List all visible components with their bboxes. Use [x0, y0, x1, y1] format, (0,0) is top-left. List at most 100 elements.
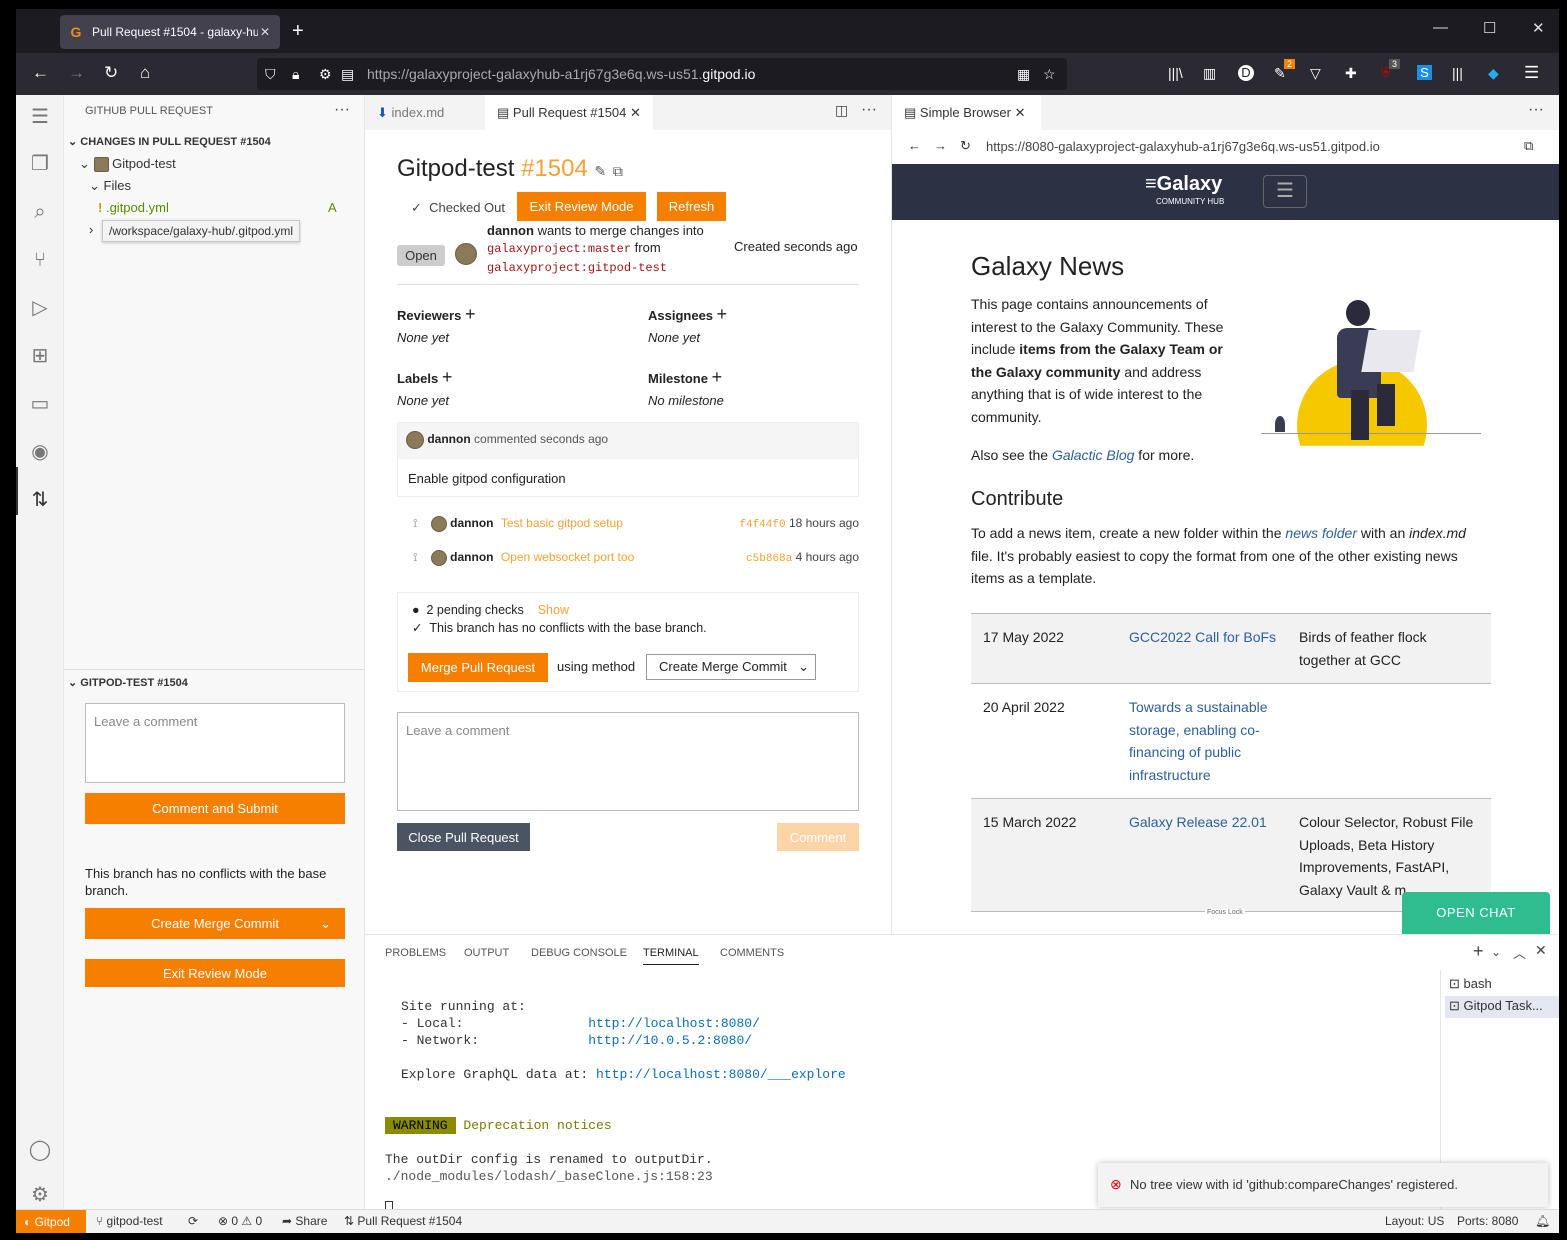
create-merge-commit-button[interactable]: Create Merge Commit ⌄	[85, 908, 345, 939]
library-icon[interactable]: |||\	[1168, 63, 1183, 83]
simple-browser-url[interactable]: https://8080-galaxyproject-galaxyhub-a1r…	[986, 139, 1380, 154]
notifications-bell-icon[interactable]: 🔔︎	[1535, 1214, 1550, 1228]
add-reviewer-icon[interactable]: +	[465, 304, 476, 324]
new-terminal-icon[interactable]: +	[1473, 941, 1484, 962]
tab-comments[interactable]: COMMENTS	[720, 947, 784, 959]
search-icon[interactable]: ⌕	[28, 200, 52, 224]
menu-icon[interactable]: ☰	[1524, 63, 1539, 83]
refresh-button[interactable]: Refresh	[657, 192, 726, 221]
s-extension-icon[interactable]: S	[1417, 65, 1432, 80]
copy-icon[interactable]: ⧉	[613, 163, 623, 179]
maximize-panel-icon[interactable]: ︿	[1513, 943, 1526, 962]
terminal-bash[interactable]: ⊡ bash	[1449, 976, 1492, 992]
add-assignee-icon[interactable]: +	[717, 304, 728, 324]
qr-icon[interactable]: ▦	[1017, 66, 1030, 83]
review-section-header[interactable]: ⌄ GITPOD-TEST #1504	[68, 676, 188, 689]
merge-pull-request-button[interactable]: Merge Pull Request	[408, 653, 548, 682]
close-panel-icon[interactable]: ✕	[1535, 942, 1547, 959]
tab-problems[interactable]: PROBLEMS	[385, 947, 446, 959]
comment-input[interactable]: Leave a comment	[397, 712, 859, 811]
files-tree-item[interactable]: ⌄ Files	[89, 178, 131, 194]
back-icon[interactable]: ←	[32, 63, 49, 83]
add-milestone-icon[interactable]: +	[712, 367, 723, 387]
sidebar-comment-input[interactable]: Leave a comment	[85, 703, 345, 783]
terminal-gitpod-task[interactable]: ⊡ Gitpod Task...	[1445, 996, 1559, 1018]
run-debug-icon[interactable]: ▷	[28, 296, 52, 320]
layout-status[interactable]: Layout: US	[1385, 1214, 1444, 1228]
reload-icon[interactable]: ↻	[960, 138, 971, 154]
editor-more-icon[interactable]: ···	[861, 101, 877, 119]
news-link[interactable]: GCC2022 Call for BoFs	[1129, 626, 1276, 649]
edit-icon[interactable]: ✎	[594, 163, 606, 179]
chevron-down-icon[interactable]: ⌄	[1491, 945, 1501, 959]
galaxy-logo[interactable]: ≡Galaxy	[1145, 173, 1222, 196]
close-window-icon[interactable]: ✕	[1532, 19, 1545, 37]
tab-terminal[interactable]: TERMINAL	[643, 947, 699, 965]
tab-debug-console[interactable]: DEBUG CONSOLE	[531, 947, 627, 959]
repo-tree-item[interactable]: ⌄ Gitpod-test	[79, 156, 176, 173]
galactic-blog-link[interactable]: Galactic Blog	[1052, 447, 1134, 463]
apps-icon[interactable]: ✚	[1345, 63, 1357, 83]
collapsed-tree-item[interactable]: ›	[89, 222, 93, 237]
pr-status[interactable]: ⇅ Pull Request #1504	[344, 1214, 462, 1228]
tab-output[interactable]: OUTPUT	[464, 947, 509, 959]
browser-more-icon[interactable]: ···	[1528, 101, 1544, 119]
shield-icon[interactable]: ⛉	[265, 66, 276, 83]
tab-simple-browser[interactable]: ▤ Simple Browser ✕	[892, 95, 1041, 130]
github-icon[interactable]: ◉	[28, 440, 52, 464]
branch-status[interactable]: ⑂ gitpod-test	[96, 1214, 163, 1228]
vue-icon[interactable]: ▽	[1310, 63, 1321, 83]
split-editor-icon[interactable]: ◫	[835, 102, 848, 119]
news-folder-link[interactable]: news folder	[1285, 525, 1357, 541]
lock-icon[interactable]: 🔒︎	[292, 66, 299, 83]
close-tab-icon[interactable]: ✕	[630, 105, 641, 120]
browser-tab[interactable]: G Pull Request #1504 - galaxy-hu ✕	[60, 15, 280, 49]
show-checks-link[interactable]: Show	[538, 603, 569, 617]
diamond-icon[interactable]: ◆	[1488, 63, 1499, 83]
accounts-icon[interactable]: ◯	[28, 1138, 52, 1162]
forward-icon[interactable]: →	[68, 63, 85, 83]
columns-icon[interactable]: |||	[1452, 63, 1463, 83]
sidebar-exit-review-button[interactable]: Exit Review Mode	[85, 959, 345, 987]
share-status[interactable]: ➦ Share	[282, 1214, 327, 1228]
ports-status[interactable]: Ports: 8080	[1457, 1214, 1518, 1228]
maximize-icon[interactable]: ☐	[1483, 19, 1496, 37]
bookmark-star-icon[interactable]: ☆	[1043, 66, 1056, 83]
news-link[interactable]: Galaxy Release 22.01	[1129, 811, 1267, 834]
extensions-icon[interactable]: ⊞	[28, 344, 52, 368]
home-icon[interactable]: ⌂	[140, 63, 150, 83]
new-tab-icon[interactable]: +	[292, 19, 304, 43]
more-actions-icon[interactable]: ···	[334, 101, 350, 119]
minimize-icon[interactable]: —	[1433, 19, 1448, 36]
url-bar[interactable]: ⛉ 🔒︎ ⚙ ▤ https://galaxyproject-galaxyhub…	[257, 58, 1067, 90]
gitpod-status[interactable]: ◐ Gitpod	[16, 1210, 86, 1233]
pull-requests-icon[interactable]: ⇅	[28, 488, 52, 512]
source-control-icon[interactable]: ⑂	[28, 248, 52, 272]
explorer-icon[interactable]: ❐	[28, 152, 52, 176]
reload-icon[interactable]: ↻	[104, 63, 118, 83]
forward-icon[interactable]: →	[934, 138, 947, 153]
add-label-icon[interactable]: +	[442, 367, 453, 387]
comment-button[interactable]: Comment	[777, 823, 859, 851]
close-pull-request-button[interactable]: Close Pull Request	[397, 823, 530, 851]
permissions-icon[interactable]: ⚙	[319, 66, 332, 83]
file-tree-item[interactable]: ! .gitpod.yml	[98, 200, 169, 215]
open-external-icon[interactable]: ⧉	[1524, 138, 1533, 154]
settings-gear-icon[interactable]: ⚙	[28, 1183, 52, 1207]
tab-index-md[interactable]: ⬇ index.md	[365, 95, 456, 130]
profile-d-icon[interactable]: D	[1238, 65, 1254, 81]
news-link[interactable]: Towards a sustainable storage, enabling …	[1129, 696, 1277, 786]
close-tab-icon[interactable]: ✕	[1015, 105, 1026, 120]
hamburger-menu-icon[interactable]: ☰	[1263, 175, 1307, 208]
menu-icon[interactable]: ☰	[28, 105, 52, 129]
sync-icon[interactable]: ⟳	[188, 1214, 198, 1228]
comment-submit-button[interactable]: Comment and Submit	[85, 793, 345, 824]
back-icon[interactable]: ←	[908, 138, 921, 153]
merge-method-select[interactable]: Create Merge Commit ⌄	[646, 654, 816, 680]
chevron-down-icon[interactable]: ⌄	[320, 908, 331, 939]
exit-review-mode-button[interactable]: Exit Review Mode	[517, 192, 646, 221]
reader-icon[interactable]: ▥	[1203, 63, 1216, 83]
close-tab-icon[interactable]: ✕	[258, 25, 272, 39]
open-chat-button[interactable]: OPEN CHAT	[1402, 892, 1550, 934]
remote-explorer-icon[interactable]: ▭	[28, 392, 52, 416]
